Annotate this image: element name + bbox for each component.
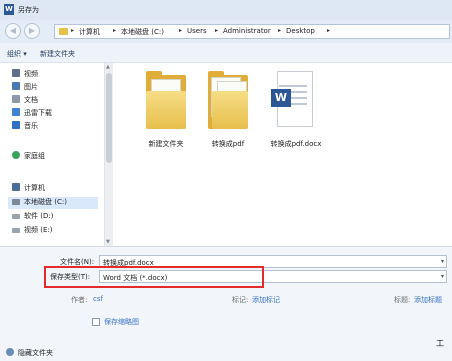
file-name: 新建文件夹 bbox=[148, 140, 184, 148]
window-title: 另存为 bbox=[18, 6, 39, 14]
folder-icon bbox=[59, 28, 68, 35]
chevron-right-icon: ▸ bbox=[113, 27, 117, 34]
sidebar-item-drive-d[interactable]: 软件 (D:) bbox=[12, 211, 53, 223]
address-bar[interactable]: ▸ 计算机 ▸ 本地磁盘 (C:) ▸ Users ▸ Administrato… bbox=[54, 24, 450, 39]
drive-c-icon bbox=[12, 199, 20, 205]
title-bar: W 另存为 bbox=[0, 0, 452, 20]
save-thumbnail-checkbox[interactable] bbox=[92, 318, 100, 326]
video-icon bbox=[12, 69, 20, 77]
sidebar-item-documents[interactable]: 文档 bbox=[12, 95, 38, 107]
chevron-right-icon: ▸ bbox=[327, 27, 331, 34]
sidebar-item-drive-e[interactable]: 视频 (E:) bbox=[12, 225, 52, 237]
chevron-right-icon: ▸ bbox=[215, 27, 219, 34]
title-input[interactable]: 添加标题 bbox=[414, 295, 442, 305]
file-name: 转换成pdf bbox=[211, 140, 245, 148]
drive-d-icon bbox=[12, 214, 20, 219]
author-label: 作者: bbox=[71, 296, 88, 304]
sidebar-item-music[interactable]: 音乐 bbox=[12, 121, 38, 133]
document-icon bbox=[12, 95, 20, 103]
tools-button[interactable]: 工 bbox=[436, 338, 444, 349]
sidebar-item-thunder-download[interactable]: 迅雷下载 bbox=[12, 108, 52, 120]
highlight-box bbox=[44, 266, 264, 288]
chevron-right-icon: ▸ bbox=[278, 27, 282, 34]
chevron-down-icon[interactable]: ▾ bbox=[441, 273, 444, 280]
back-button[interactable]: ◀ bbox=[5, 23, 21, 39]
breadcrumb-administrator[interactable]: Administrator bbox=[223, 27, 271, 35]
sidebar-item-drive-c[interactable]: 本地磁盘 (C:) bbox=[8, 197, 98, 209]
title-label: 标题: bbox=[394, 296, 411, 304]
file-item-docx[interactable]: W 转换成pdf.docx bbox=[263, 67, 329, 151]
breadcrumb-computer[interactable]: 计算机 bbox=[79, 27, 100, 37]
thunder-download-icon bbox=[12, 108, 20, 116]
word-app-icon: W bbox=[4, 4, 14, 15]
breadcrumb-users[interactable]: Users bbox=[187, 27, 207, 35]
chevron-down-icon[interactable]: ▾ bbox=[441, 258, 444, 265]
music-icon bbox=[12, 121, 20, 129]
new-folder-button[interactable]: 新建文件夹 bbox=[40, 49, 75, 59]
breadcrumb-desktop[interactable]: Desktop bbox=[286, 27, 315, 35]
chevron-right-icon: ▸ bbox=[71, 27, 75, 34]
address-row: ◀ ▶ ▸ 计算机 ▸ 本地磁盘 (C:) ▸ Users ▸ Administ… bbox=[0, 20, 452, 43]
drive-e-icon bbox=[12, 228, 20, 233]
file-list: 新建文件夹 转换成pdf W 转换成pdf.docx bbox=[113, 63, 452, 246]
scroll-up-icon[interactable]: ▲ bbox=[106, 64, 110, 70]
hide-folders-button[interactable]: 隐藏文件夹 bbox=[6, 348, 53, 358]
sidebar-item-pictures[interactable]: 图片 bbox=[12, 82, 38, 94]
file-item-pdf-folder[interactable]: 转换成pdf bbox=[195, 67, 261, 151]
organize-button[interactable]: 组织 ▾ bbox=[7, 49, 27, 59]
breadcrumb-local-disk[interactable]: 本地磁盘 (C:) bbox=[121, 27, 164, 37]
tags-label: 标记: bbox=[232, 296, 249, 304]
picture-icon bbox=[12, 82, 20, 90]
navigation-pane: 视频 图片 文档 迅雷下载 音乐 家庭组 计算机 本地磁盘 (C:) 软件 (D… bbox=[0, 63, 104, 246]
computer-icon bbox=[12, 183, 20, 191]
sidebar-item-homegroup[interactable]: 家庭组 bbox=[12, 151, 45, 163]
chevron-right-icon: ▸ bbox=[179, 27, 183, 34]
scrollbar-thumb[interactable] bbox=[106, 73, 112, 163]
word-logo-icon: W bbox=[271, 89, 291, 107]
file-name: 转换成pdf.docx bbox=[270, 140, 322, 148]
tags-input[interactable]: 添加标记 bbox=[252, 295, 280, 305]
toolbar: 组织 ▾ 新建文件夹 bbox=[0, 43, 452, 63]
homegroup-icon bbox=[12, 151, 20, 159]
sidebar-item-computer[interactable]: 计算机 bbox=[12, 183, 45, 195]
sidebar-item-videos[interactable]: 视频 bbox=[12, 69, 38, 81]
file-item-new-folder[interactable]: 新建文件夹 bbox=[133, 67, 199, 151]
forward-button[interactable]: ▶ bbox=[24, 23, 40, 39]
author-value[interactable]: csf bbox=[93, 295, 103, 303]
save-thumbnail-label[interactable]: 保存缩略图 bbox=[104, 317, 139, 327]
scroll-down-icon[interactable]: ▼ bbox=[106, 239, 110, 245]
collapse-icon bbox=[6, 348, 14, 356]
sidebar-scrollbar[interactable]: ▲ ▼ bbox=[104, 63, 113, 246]
